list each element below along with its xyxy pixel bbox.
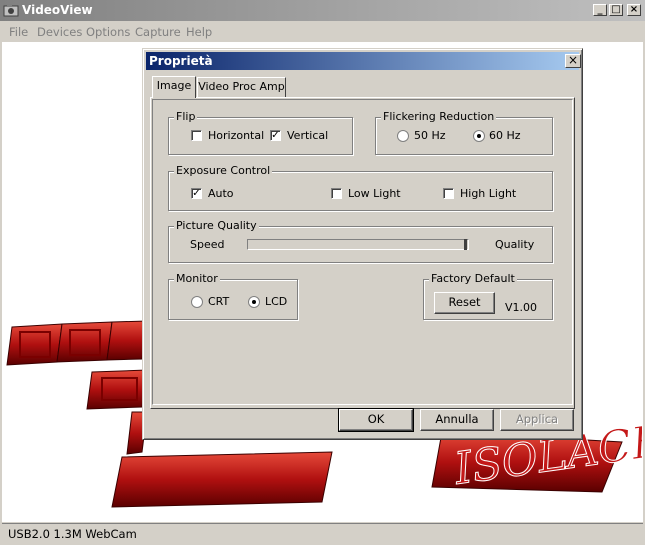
ok-button[interactable]: OK — [338, 408, 414, 432]
auto-label: Auto — [208, 187, 234, 200]
horizontal-checkbox[interactable] — [191, 130, 202, 141]
high-light-checkbox[interactable] — [443, 188, 454, 199]
cancel-button[interactable]: Annulla — [420, 409, 494, 431]
menu-devices[interactable]: Devices — [37, 25, 82, 39]
main-title-bar[interactable]: VideoView _ □ × — [0, 0, 645, 21]
crt-label: CRT — [208, 295, 230, 308]
flickering-legend: Flickering Reduction — [381, 110, 497, 123]
properties-dialog: Proprietà × Image Video Proc Amp Flip Ho… — [142, 48, 583, 440]
menu-file[interactable]: File — [9, 25, 28, 39]
status-bar: USB2.0 1.3M WebCam — [2, 523, 643, 543]
dialog-title-bar[interactable]: Proprietà × — [146, 52, 581, 70]
horizontal-label: Horizontal — [208, 129, 265, 142]
monitor-legend: Monitor — [174, 272, 220, 285]
main-window-title: VideoView — [22, 3, 93, 17]
camera-app-icon — [3, 4, 19, 17]
status-device-name: USB2.0 1.3M WebCam — [8, 527, 137, 541]
close-icon: × — [567, 53, 579, 67]
flip-legend: Flip — [174, 110, 198, 123]
low-light-checkbox[interactable] — [331, 188, 342, 199]
menu-bar: File Devices Options Capture Help — [0, 21, 645, 42]
50hz-radio[interactable] — [397, 130, 409, 142]
speed-label: Speed — [190, 238, 225, 251]
factory-default-legend: Factory Default — [429, 272, 517, 285]
menu-capture[interactable]: Capture — [135, 25, 181, 39]
50hz-label: 50 Hz — [414, 129, 446, 142]
vertical-checkbox[interactable]: ✓ — [270, 130, 281, 141]
60hz-label: 60 Hz — [489, 129, 521, 142]
close-button[interactable]: × — [627, 4, 641, 16]
version-label: V1.00 — [505, 301, 538, 314]
auto-checkbox[interactable]: ✓ — [191, 188, 202, 199]
high-light-label: High Light — [460, 187, 517, 200]
vertical-label: Vertical — [287, 129, 329, 142]
tab-image[interactable]: Image — [152, 76, 196, 98]
tab-video-proc-amp[interactable]: Video Proc Amp — [197, 77, 286, 97]
quality-label: Quality — [495, 238, 535, 251]
lcd-radio[interactable] — [248, 296, 260, 308]
lcd-label: LCD — [265, 295, 288, 308]
dialog-title: Proprietà — [149, 54, 213, 68]
menu-help[interactable]: Help — [186, 25, 212, 39]
exposure-legend: Exposure Control — [174, 164, 273, 177]
maximize-button[interactable]: □ — [609, 4, 623, 16]
crt-radio[interactable] — [191, 296, 203, 308]
quality-slider-thumb[interactable] — [464, 239, 467, 250]
apply-button[interactable]: Applica — [500, 409, 574, 431]
low-light-label: Low Light — [348, 187, 401, 200]
dialog-close-button[interactable]: × — [565, 54, 581, 68]
picture-quality-legend: Picture Quality — [174, 219, 259, 232]
menu-options[interactable]: Options — [86, 25, 130, 39]
60hz-radio[interactable] — [473, 130, 485, 142]
minimize-button[interactable]: _ — [593, 4, 607, 16]
quality-slider-track[interactable] — [247, 239, 469, 250]
reset-button[interactable]: Reset — [434, 292, 495, 314]
